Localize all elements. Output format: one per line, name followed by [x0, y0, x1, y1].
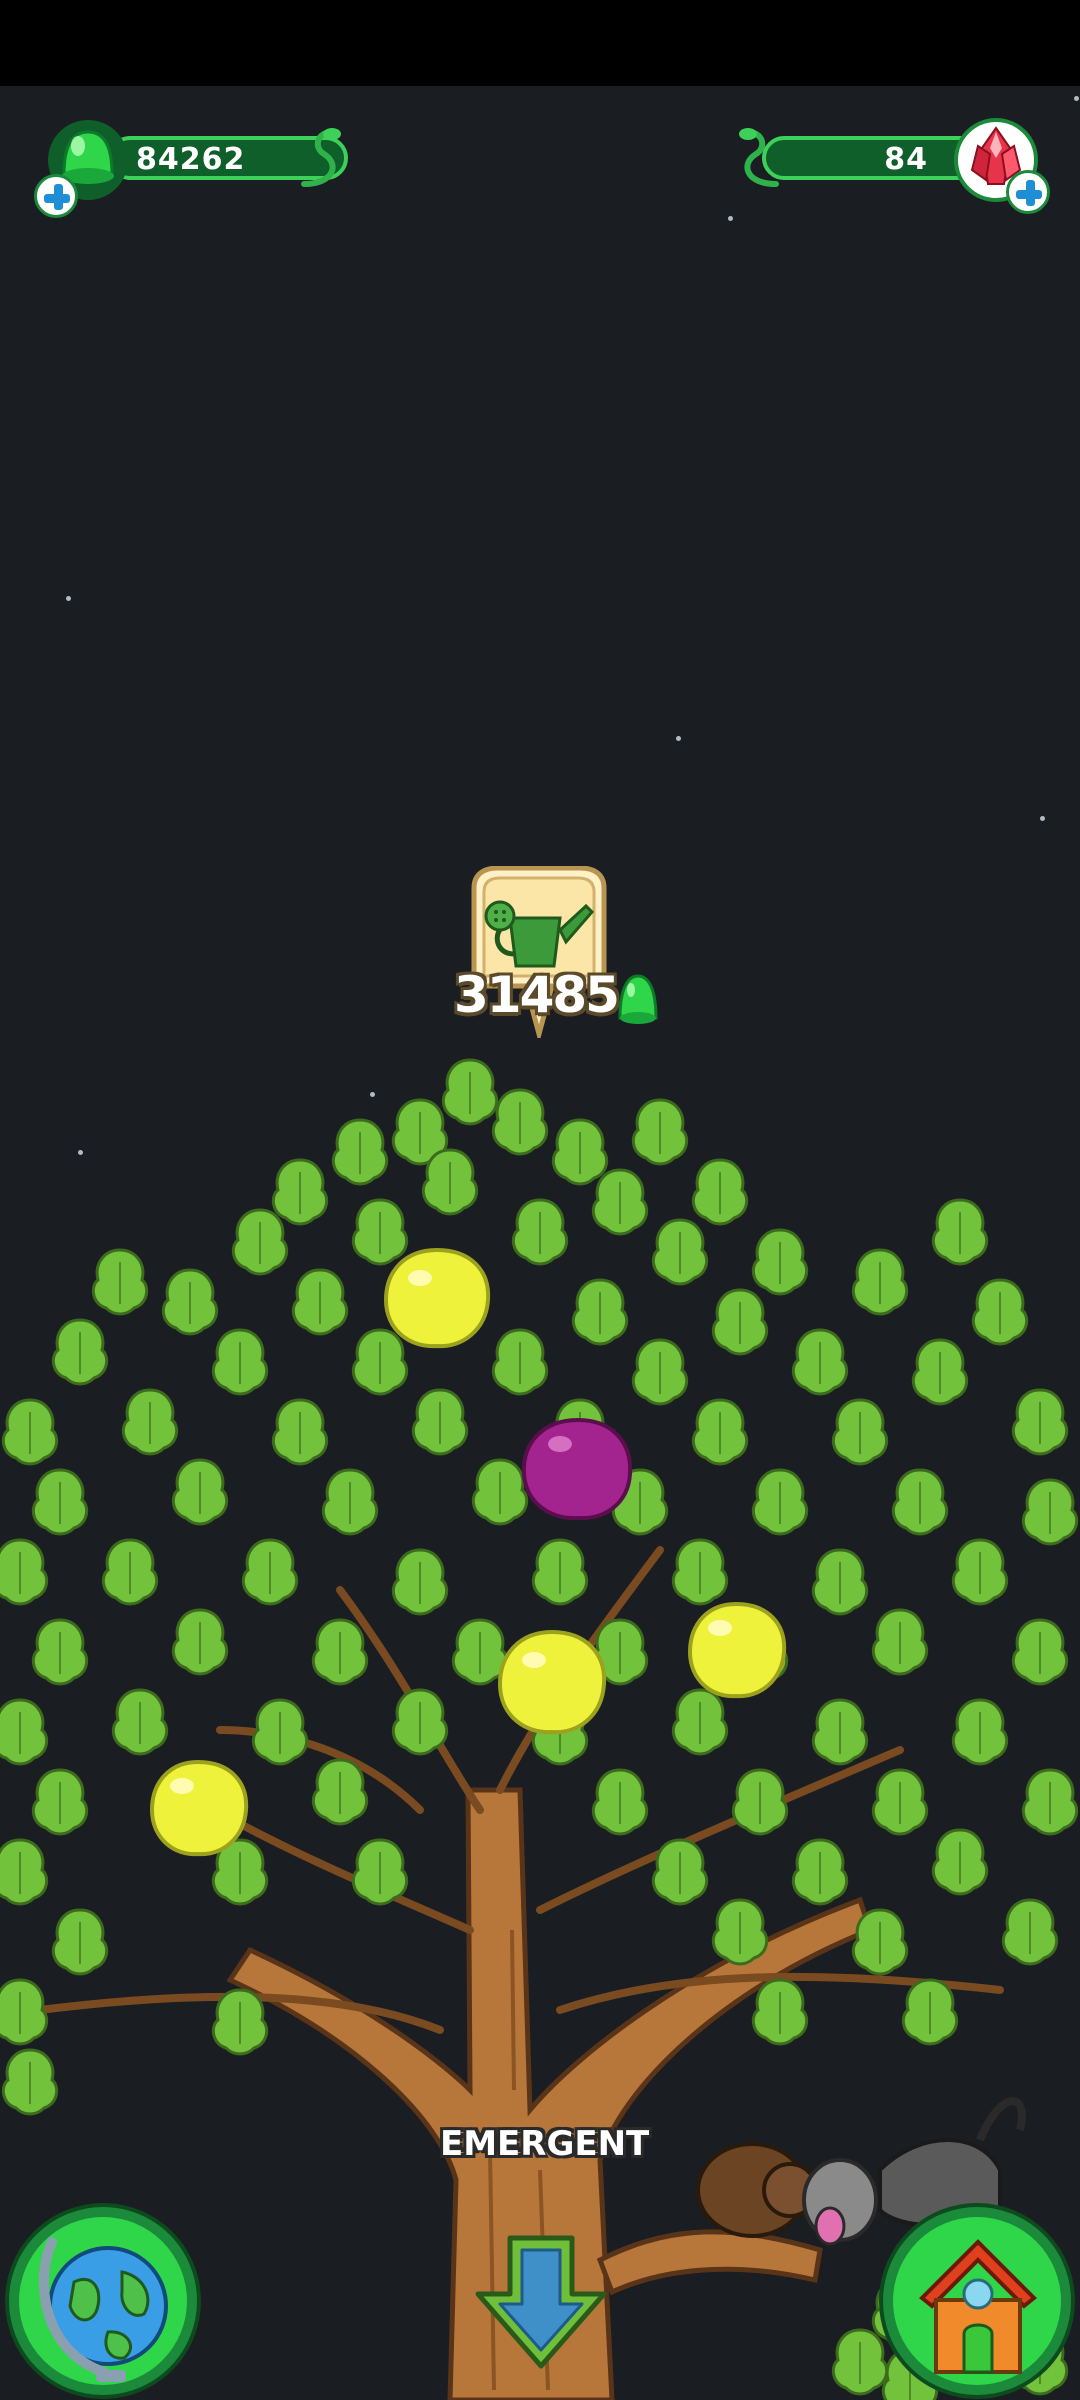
tree-stage-label: EMERGENT — [440, 2124, 650, 2164]
down-arrow-icon — [475, 2235, 607, 2369]
red-crystal-value: 84 — [884, 142, 928, 177]
yellow-fruit[interactable] — [149, 1759, 249, 1857]
red-crystal-bar: 84 — [762, 136, 982, 180]
green-gem-icon — [618, 974, 658, 1024]
add-green-gems-button[interactable] — [34, 174, 78, 218]
status-bar — [0, 0, 1080, 86]
globe-button[interactable] — [4, 2202, 202, 2400]
yellow-fruit[interactable] — [687, 1601, 787, 1699]
star — [728, 216, 733, 221]
scroll-down-button[interactable] — [470, 2232, 612, 2370]
star — [1074, 96, 1079, 101]
vine-curl-icon — [301, 128, 341, 187]
home-button[interactable] — [878, 2202, 1076, 2400]
vine-curl-icon — [739, 128, 779, 187]
water-cost-value: 31485 — [454, 966, 620, 1024]
star — [66, 596, 71, 601]
tree — [0, 1058, 1079, 2400]
yellow-fruit[interactable] — [383, 1247, 491, 1349]
purple-fruit[interactable] — [521, 1417, 633, 1521]
star — [1040, 816, 1045, 821]
add-red-crystals-button[interactable] — [1006, 170, 1050, 214]
star — [676, 736, 681, 741]
green-gem-value: 84262 — [136, 142, 246, 177]
yellow-fruit[interactable] — [497, 1629, 607, 1735]
